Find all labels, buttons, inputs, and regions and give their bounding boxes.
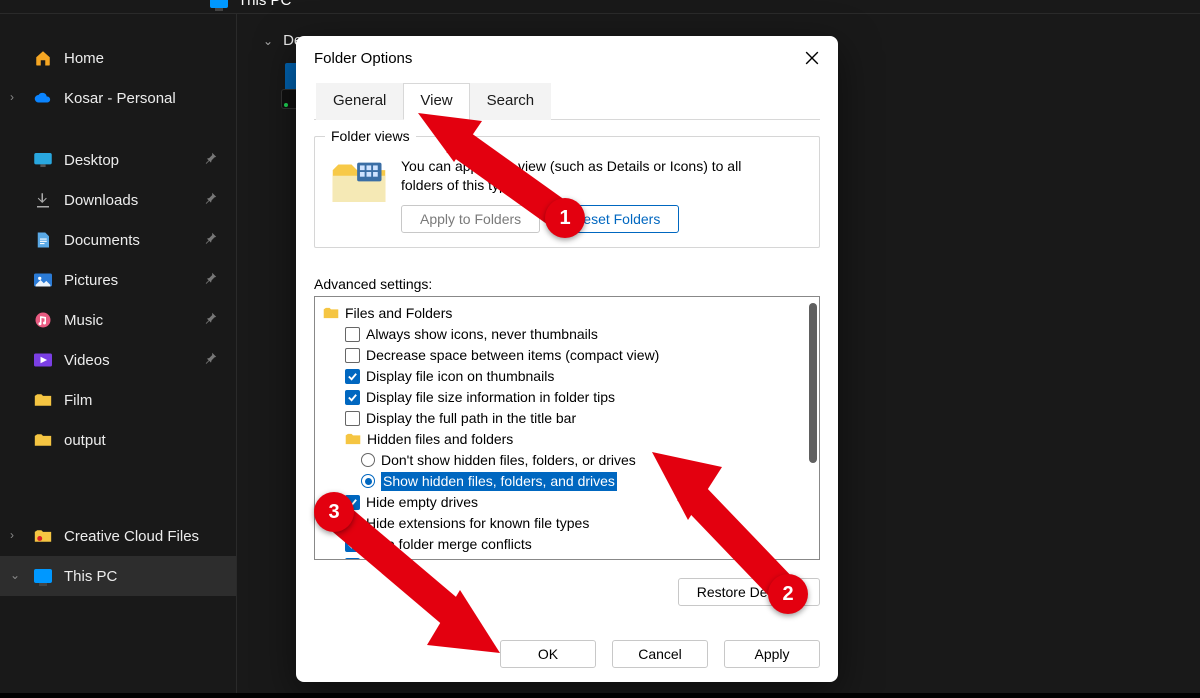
option-file-icon-thumb[interactable]: Display file icon on thumbnails: [319, 366, 815, 387]
tab-search[interactable]: Search: [470, 83, 552, 120]
sidebar-item-music[interactable]: Music: [0, 300, 236, 340]
sidebar-item-film[interactable]: Film: [0, 380, 236, 420]
pc-icon: [34, 567, 52, 585]
tab-general[interactable]: General: [316, 83, 403, 120]
sidebar-item-onedrive[interactable]: › Kosar - Personal: [0, 78, 236, 118]
radio-show-hidden[interactable]: Show hidden files, folders, and drives: [319, 471, 815, 492]
option-hide-empty-drives[interactable]: Hide empty drives: [319, 492, 815, 513]
selected-option-label: Show hidden files, folders, and drives: [381, 472, 617, 491]
sidebar-item-label: This PC: [64, 568, 117, 585]
sidebar-item-label: Documents: [64, 232, 140, 249]
sidebar-item-label: Creative Cloud Files: [64, 528, 199, 545]
pin-icon: [204, 231, 218, 249]
videos-icon: [34, 351, 52, 369]
sidebar-item-label: Downloads: [64, 192, 138, 209]
checkbox[interactable]: [345, 327, 360, 342]
folder-icon: [34, 527, 52, 545]
sidebar-item-label: Kosar - Personal: [64, 90, 176, 107]
tree-root: Files and Folders: [319, 303, 815, 324]
pin-icon: [204, 151, 218, 169]
apply-to-folders-button[interactable]: Apply to Folders: [401, 205, 540, 233]
sidebar-item-home[interactable]: Home: [0, 38, 236, 78]
documents-icon: [34, 231, 52, 249]
folder-icon-large: [329, 157, 389, 205]
download-icon: [34, 191, 52, 209]
cancel-button[interactable]: Cancel: [612, 640, 708, 668]
breadcrumb-label: This PC: [238, 0, 291, 9]
option-hide-protected[interactable]: Hide protected operating system files (R…: [319, 555, 815, 560]
checkbox[interactable]: [345, 558, 360, 560]
sidebar-item-label: output: [64, 432, 106, 449]
desktop-icon: [34, 151, 52, 169]
group-legend: Folder views: [325, 128, 416, 144]
sidebar-item-desktop[interactable]: Desktop: [0, 140, 236, 180]
sidebar-item-label: Music: [64, 312, 103, 329]
hidden-group: Hidden files and folders: [319, 429, 815, 450]
tab-view[interactable]: View: [403, 83, 469, 120]
scrollbar[interactable]: [803, 299, 817, 557]
option-always-show-icons[interactable]: Always show icons, never thumbnails: [319, 324, 815, 345]
pin-icon: [204, 351, 218, 369]
breadcrumb[interactable]: This PC: [210, 0, 291, 9]
ok-button[interactable]: OK: [500, 640, 596, 668]
chevron-right-icon: ›: [10, 90, 22, 102]
close-button[interactable]: [792, 40, 832, 76]
sidebar-item-pictures[interactable]: Pictures: [0, 260, 236, 300]
sidebar-item-videos[interactable]: Videos: [0, 340, 236, 380]
sidebar: Home › Kosar - Personal Desktop Download…: [0, 14, 236, 693]
sidebar-item-documents[interactable]: Documents: [0, 220, 236, 260]
annotation-step-3: 3: [314, 492, 354, 532]
checkbox[interactable]: [345, 411, 360, 426]
music-icon: [34, 311, 52, 329]
radio-button[interactable]: [361, 474, 375, 488]
checkbox[interactable]: [345, 537, 360, 552]
sidebar-item-label: Videos: [64, 352, 110, 369]
home-icon: [34, 49, 52, 67]
pin-icon: [204, 311, 218, 329]
tree-root-label: Files and Folders: [345, 304, 452, 323]
chevron-right-icon: ›: [10, 528, 22, 540]
option-compact-view[interactable]: Decrease space between items (compact vi…: [319, 345, 815, 366]
checkbox[interactable]: [345, 390, 360, 405]
option-hide-merge-conflicts[interactable]: Hide folder merge conflicts: [319, 534, 815, 555]
radio-dont-show-hidden[interactable]: Don't show hidden files, folders, or dri…: [319, 450, 815, 471]
pc-icon: [210, 0, 228, 8]
chevron-down-icon: ⌄: [263, 34, 273, 48]
option-full-path[interactable]: Display the full path in the title bar: [319, 408, 815, 429]
address-bar[interactable]: [0, 0, 1200, 14]
dialog-titlebar[interactable]: Folder Options: [296, 36, 838, 80]
annotation-step-2: 2: [768, 574, 808, 614]
folder-icon: [34, 391, 52, 409]
sidebar-item-label: Pictures: [64, 272, 118, 289]
chevron-down-icon: ⌄: [10, 568, 22, 580]
option-size-in-tips[interactable]: Display file size information in folder …: [319, 387, 815, 408]
pictures-icon: [34, 271, 52, 289]
checkbox[interactable]: [345, 348, 360, 363]
annotation-step-1: 1: [545, 198, 585, 238]
option-hide-extensions[interactable]: Hide extensions for known file types: [319, 513, 815, 534]
sidebar-item-label: Home: [64, 50, 104, 67]
sidebar-item-this-pc[interactable]: ⌄ This PC: [0, 556, 236, 596]
sidebar-item-creative-cloud[interactable]: › Creative Cloud Files: [0, 516, 236, 556]
cloud-icon: [34, 89, 52, 107]
advanced-settings-list[interactable]: Files and Folders Always show icons, nev…: [314, 296, 820, 560]
folder-options-dialog: Folder Options General View Search Folde…: [296, 36, 838, 682]
sidebar-item-label: Film: [64, 392, 92, 409]
sidebar-item-output[interactable]: output: [0, 420, 236, 460]
folder-icon: [34, 431, 52, 449]
dialog-buttons: OK Cancel Apply: [314, 640, 820, 668]
tabstrip: General View Search: [314, 82, 820, 120]
pin-icon: [204, 271, 218, 289]
sidebar-item-downloads[interactable]: Downloads: [0, 180, 236, 220]
advanced-settings-label: Advanced settings:: [314, 276, 820, 292]
apply-button[interactable]: Apply: [724, 640, 820, 668]
checkbox[interactable]: [345, 369, 360, 384]
radio-button[interactable]: [361, 453, 375, 467]
pin-icon: [204, 191, 218, 209]
sidebar-item-label: Desktop: [64, 152, 119, 169]
dialog-title: Folder Options: [314, 50, 824, 67]
folder-views-text-1: You can apply this view (such as Details…: [401, 157, 805, 176]
scrollbar-thumb[interactable]: [809, 303, 817, 463]
folder-views-text-2: folders of this type.: [401, 176, 805, 195]
